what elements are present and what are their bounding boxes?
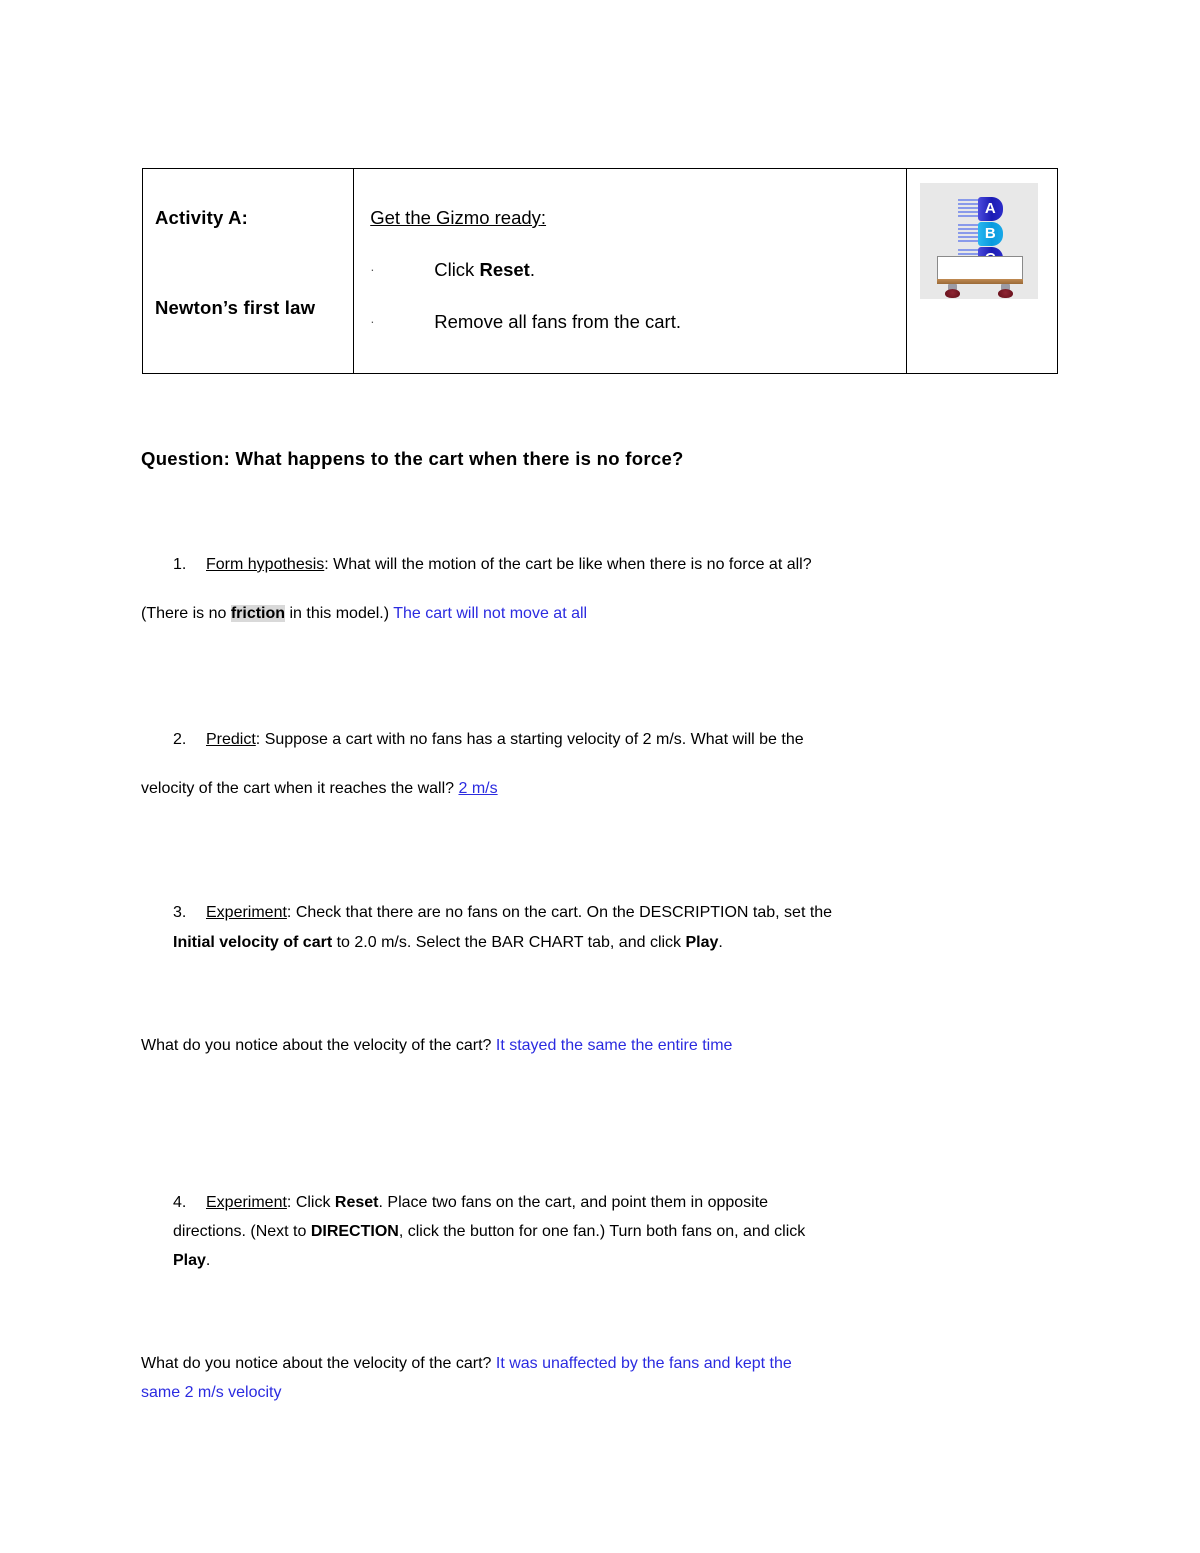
activity-label: Activity A: xyxy=(155,207,249,228)
friction-highlight: friction xyxy=(230,605,286,622)
notice-prompt-1-text: What do you notice about the velocity of… xyxy=(141,1037,496,1054)
notice-prompt-2-text: What do you notice about the velocity of… xyxy=(141,1355,496,1372)
activity-title-cell: Activity A: Newton’s first law xyxy=(141,168,355,374)
list-item-3-end: . xyxy=(718,934,723,951)
initial-velocity-term: Initial velocity of cart xyxy=(173,934,333,951)
instructions-cell: Get the Gizmo ready: · Click Reset. · Remo… xyxy=(353,168,907,374)
play-term: Play xyxy=(173,1252,206,1269)
cart-body xyxy=(936,256,1023,281)
list-item-4-pre: directions. (Next to xyxy=(173,1223,311,1240)
list-item-3-text: : Check that there are no fans on the ca… xyxy=(286,904,833,921)
document-page: Activity A: Newton’s first law Get the G… xyxy=(0,0,1200,1553)
bullet-1-post: . xyxy=(529,259,535,280)
bullet-1-pre: Click xyxy=(434,259,480,280)
activity-header-table: Activity A: Newton’s first law Get the G… xyxy=(141,168,1059,374)
fan-blades-icon xyxy=(957,224,979,244)
list-item-2-number: 2. xyxy=(173,731,187,748)
list-item-2-answer: 2 m/s xyxy=(458,780,498,797)
cart-wheel-left xyxy=(944,284,960,298)
notice-answer-2-line-1: It was unaffected by the fans and kept t… xyxy=(495,1355,792,1372)
list-item-3-number: 3. xyxy=(173,904,187,921)
list-item-2-line-1: 2. Predict: Suppose a cart with no fans h… xyxy=(173,731,804,749)
list-item-1-number: 1. xyxy=(173,556,187,573)
cart-with-fans-image: A B C xyxy=(919,183,1038,299)
notice-answer-2-line-2: same 2 m/s velocity xyxy=(141,1384,282,1401)
list-item-4-line-1: 4. Experiment: Click Reset. Place two fan… xyxy=(173,1194,768,1212)
list-item-2-pre: velocity of the cart when it reaches the… xyxy=(141,780,459,797)
list-item-4-number: 4. xyxy=(173,1194,187,1211)
notice-prompt-2: What do you notice about the velocity of… xyxy=(141,1355,792,1373)
list-item-3-label: Experiment xyxy=(206,904,287,921)
list-item-1-line-2: (There is no friction in this model.) Th… xyxy=(141,605,587,623)
list-item-4-end: . xyxy=(205,1252,211,1269)
bullet-dot-icon: · xyxy=(370,314,375,329)
list-item-2-text: : Suppose a cart with no fans has a star… xyxy=(255,731,804,748)
list-item-1-text: : What will the motion of the cart be li… xyxy=(324,556,812,573)
ready-title-colon: : xyxy=(540,207,547,228)
thumbnail-cell: A B C xyxy=(905,168,1059,374)
list-item-3-line-1: 3. Experiment: Check that there are no fa… xyxy=(173,904,832,922)
list-item-4-line-2: directions. (Next to DIRECTION, click th… xyxy=(173,1223,805,1241)
instruction-bullet-2: · Remove all fans from the cart. xyxy=(370,311,681,333)
list-item-4-mid: : Click xyxy=(286,1194,335,1211)
fan-b-icon: B xyxy=(977,222,1003,246)
get-gizmo-ready-title: Get the Gizmo ready: xyxy=(370,207,546,229)
reset-term: Reset xyxy=(334,1194,379,1211)
cart-wheel-right xyxy=(997,284,1013,298)
bullet-dot-icon: · xyxy=(370,262,375,277)
list-item-4-mid2: , click the button for one fan.) Turn bo… xyxy=(398,1223,806,1240)
bullet-1-bold: Reset xyxy=(479,259,530,280)
list-item-1-mid: in this model.) xyxy=(285,605,394,622)
list-item-4-text: . Place two fans on the cart, and point … xyxy=(378,1194,769,1211)
notice-prompt-1: What do you notice about the velocity of… xyxy=(141,1037,732,1055)
question-heading: Question: What happens to the cart when … xyxy=(141,448,684,469)
play-term: Play xyxy=(685,934,719,951)
list-item-4-label: Experiment xyxy=(206,1194,287,1211)
instruction-bullet-1: · Click Reset. xyxy=(370,259,535,281)
activity-sublabel: Newton’s first law xyxy=(155,297,316,318)
notice-answer-2-wrap: same 2 m/s velocity xyxy=(141,1384,281,1402)
table-row: Activity A: Newton’s first law Get the G… xyxy=(141,168,1059,374)
wheel-tire xyxy=(997,289,1013,298)
list-item-2-label: Predict xyxy=(206,731,256,748)
list-item-1-label: Form hypothesis xyxy=(206,556,325,573)
fan-blades-icon xyxy=(957,199,979,219)
list-item-4-line-3: Play. xyxy=(173,1252,210,1270)
list-item-1-pre: (There is no xyxy=(141,605,231,622)
wheel-tire xyxy=(944,289,960,298)
list-item-1-answer: The cart will not move at all xyxy=(393,605,588,622)
ready-title-text: Get the Gizmo ready xyxy=(370,207,541,228)
list-item-1-line-1: 1. Form hypothesis: What will the motion … xyxy=(173,556,812,574)
list-item-2-line-2: velocity of the cart when it reaches the… xyxy=(141,780,498,798)
direction-term: DIRECTION xyxy=(310,1223,399,1240)
list-item-3-mid: to 2.0 m/s. Select the BAR CHART tab, an… xyxy=(332,934,686,951)
list-item-3-line-2: Initial velocity of cart to 2.0 m/s. Sel… xyxy=(173,934,723,952)
notice-answer-1: It stayed the same the entire time xyxy=(495,1037,733,1054)
bullet-2-pre: Remove all fans from the cart. xyxy=(434,311,681,332)
fan-a-icon: A xyxy=(977,197,1003,221)
